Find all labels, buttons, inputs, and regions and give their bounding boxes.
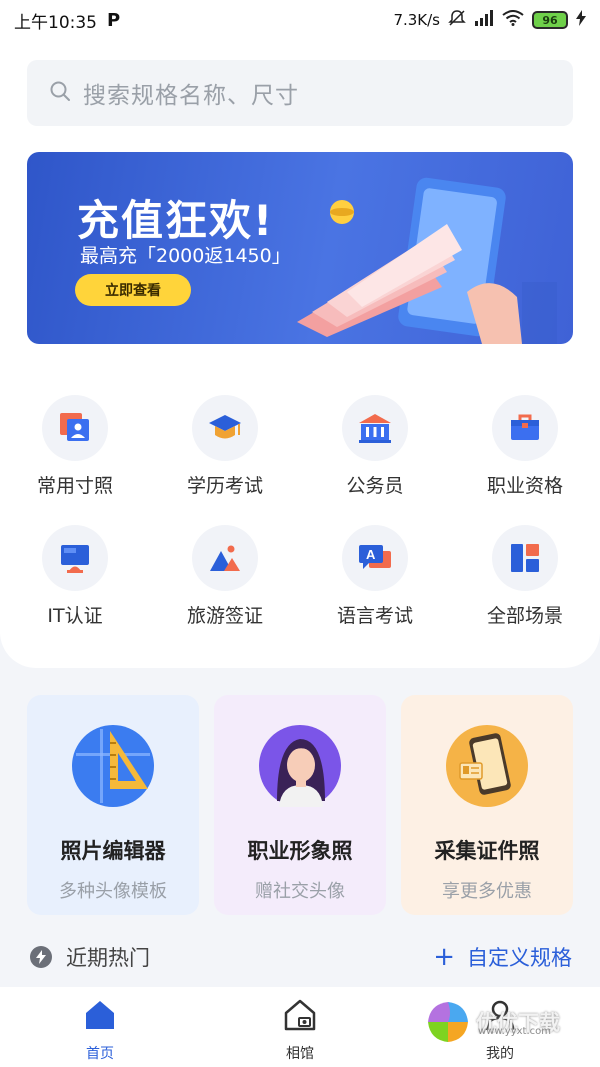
category-item[interactable]: 学历考试 (150, 395, 300, 498)
grid-icon (492, 525, 558, 591)
banner-view-button[interactable]: 立即查看 (75, 274, 191, 306)
mute-bell-icon (448, 9, 466, 31)
category-label: 常用寸照 (36, 475, 113, 497)
category-label: 公务员 (346, 475, 404, 497)
search-bar[interactable]: 搜索规格名称、尺寸 (27, 60, 573, 126)
woman-portrait-icon (259, 725, 341, 807)
language-chat-icon: A (342, 525, 408, 591)
feature-card-collect-id-photo[interactable]: 采集证件照 享更多优惠 (401, 695, 573, 915)
lightning-icon (30, 946, 52, 968)
government-building-icon (342, 395, 408, 461)
phone-card-icon (446, 725, 528, 807)
feature-subtitle: 多种头像模板 (59, 881, 167, 902)
tab-label: 我的 (486, 1046, 514, 1062)
banner-subtitle: 最高充「2000返1450」 (80, 245, 291, 267)
app-notification-icon: P (107, 9, 121, 31)
plus-icon: + (433, 942, 455, 972)
feature-card-professional-photo[interactable]: 职业形象照 赠社交头像 (214, 695, 386, 915)
category-label: 旅游签证 (186, 605, 263, 627)
custom-spec-button[interactable]: + 自定义规格 (433, 942, 572, 972)
feature-card-photo-editor[interactable]: 照片编辑器 多种头像模板 (27, 695, 199, 915)
banner-title: 充值狂欢! (77, 196, 275, 245)
charging-icon (576, 10, 586, 30)
feature-title: 职业形象照 (247, 839, 353, 863)
status-bar: 上午10:35 P 7.3K/s 96 (0, 0, 600, 40)
id-photo-icon (42, 395, 108, 461)
category-item[interactable]: 公务员 (300, 395, 450, 498)
tab-studio[interactable]: 相馆 (240, 997, 360, 1063)
category-item[interactable]: 全部场景 (450, 525, 600, 628)
wifi-icon (502, 10, 524, 30)
feature-subtitle: 享更多优惠 (442, 881, 532, 902)
home-icon (86, 1001, 114, 1029)
feature-title: 照片编辑器 (60, 839, 166, 863)
watermark-logo (428, 1002, 468, 1042)
recent-hot-label: 近期热门 (66, 946, 150, 970)
battery-icon: 96 (532, 11, 568, 29)
svg-text:A: A (366, 547, 376, 562)
custom-spec-label: 自定义规格 (467, 946, 572, 970)
tab-home[interactable]: 首页 (40, 997, 160, 1063)
feature-title: 采集证件照 (434, 839, 540, 863)
category-item[interactable]: 职业资格 (450, 395, 600, 498)
category-label: 学历考试 (186, 475, 263, 497)
category-label: 全部场景 (486, 605, 563, 627)
briefcase-icon (492, 395, 558, 461)
network-speed: 7.3K/s (393, 11, 440, 29)
signal-icon (474, 10, 494, 30)
search-icon (49, 80, 71, 106)
studio-icon (284, 999, 316, 1031)
category-item[interactable]: 常用寸照 (0, 395, 150, 498)
search-placeholder: 搜索规格名称、尺寸 (83, 83, 299, 109)
category-item[interactable]: IT认证 (0, 525, 150, 628)
watermark: 优优下载 www.yyxt.com (426, 1000, 560, 1044)
tab-label: 首页 (86, 1046, 114, 1062)
category-label: 职业资格 (486, 475, 563, 497)
mountain-icon (192, 525, 258, 591)
graduation-cap-icon (192, 395, 258, 461)
category-item[interactable]: A 语言考试 (300, 525, 450, 628)
monitor-icon (42, 525, 108, 591)
tab-label: 相馆 (286, 1046, 314, 1062)
category-label: 语言考试 (336, 605, 413, 627)
status-time: 上午10:35 (14, 12, 97, 33)
watermark-url: www.yyxt.com (478, 1026, 552, 1037)
phone-money-illustration (297, 177, 557, 344)
ruler-triangle-icon (72, 725, 154, 807)
recent-hot-header: 近期热门 (30, 942, 150, 972)
category-item[interactable]: 旅游签证 (150, 525, 300, 628)
feature-subtitle: 赠社交头像 (255, 881, 345, 902)
category-label: IT认证 (47, 605, 103, 627)
promo-banner[interactable]: 充值狂欢! 最高充「2000返1450」 立即查看 (27, 152, 573, 344)
